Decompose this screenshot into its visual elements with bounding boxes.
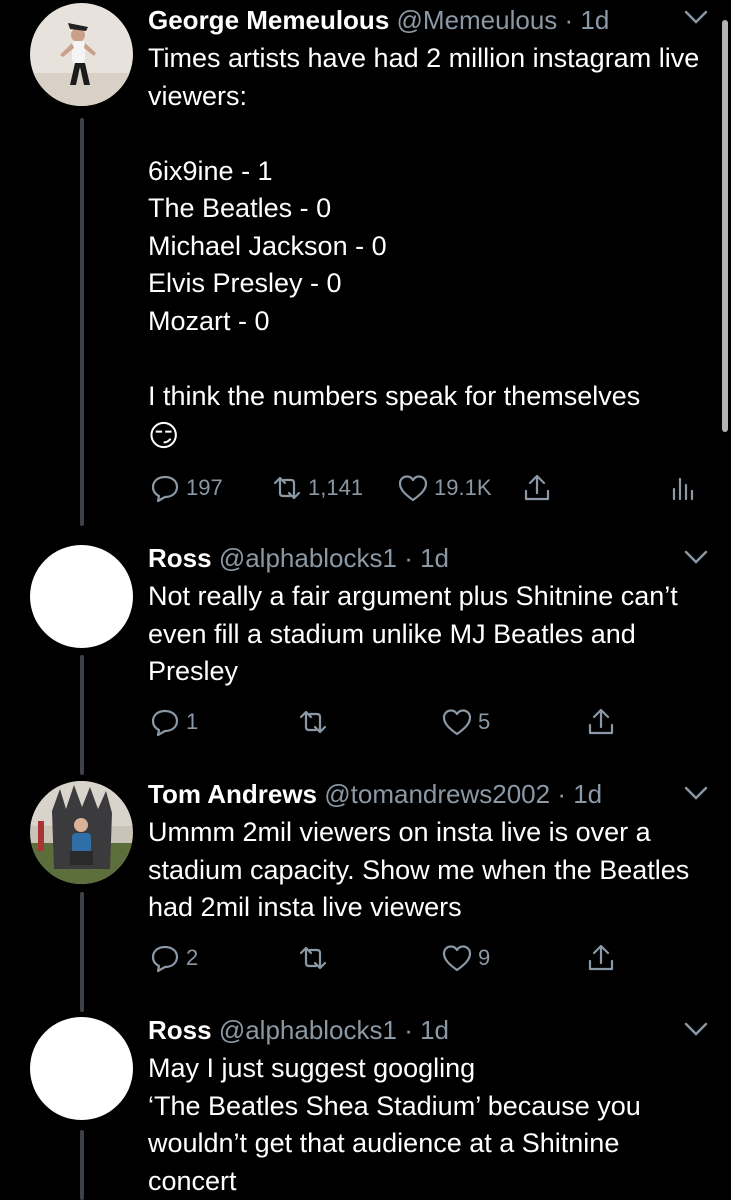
tweet-text: Ummm 2mil viewers on insta live is over … xyxy=(148,817,690,922)
reply-icon xyxy=(151,945,179,973)
author-handle[interactable]: @alphablocks1 xyxy=(219,1015,397,1045)
tweet-text: May I just suggest googling ‘The Beatles… xyxy=(148,1053,641,1196)
retweet-button[interactable] xyxy=(296,702,330,742)
share-button[interactable] xyxy=(584,938,618,978)
avatar[interactable] xyxy=(30,781,133,884)
analytics-icon xyxy=(672,477,694,501)
author-name[interactable]: George Memeulous xyxy=(148,5,389,35)
retweet-button[interactable] xyxy=(296,938,330,978)
thread-line xyxy=(80,655,84,775)
retweet-icon xyxy=(273,476,301,500)
separator-dot: · xyxy=(396,1015,421,1045)
author-handle[interactable]: @tomandrews2002 xyxy=(324,779,550,809)
like-count: 19.1K xyxy=(434,475,492,500)
chevron-down-icon[interactable] xyxy=(683,8,709,26)
like-count: 5 xyxy=(478,709,491,734)
timestamp[interactable]: 1d xyxy=(573,779,602,809)
reply-count: 1 xyxy=(186,709,199,734)
avatar[interactable] xyxy=(30,1017,133,1120)
heart-icon xyxy=(442,709,472,736)
thread-line xyxy=(80,1130,84,1200)
chevron-down-icon[interactable] xyxy=(683,1020,709,1038)
share-button[interactable] xyxy=(520,468,554,508)
timestamp[interactable]: 1d xyxy=(420,1015,449,1045)
emoji: 😏 xyxy=(148,420,180,453)
share-icon xyxy=(524,474,550,501)
chevron-down-icon[interactable] xyxy=(683,548,709,566)
reply-icon xyxy=(151,475,179,503)
timestamp[interactable]: 1d xyxy=(420,543,449,573)
reply-count: 197 xyxy=(186,475,223,500)
scrollbar[interactable] xyxy=(722,20,728,432)
share-button[interactable] xyxy=(584,702,618,742)
like-button[interactable]: 9 xyxy=(440,938,490,978)
tweet-text: Not really a fair argument plus Shitnine… xyxy=(148,581,678,686)
author-handle[interactable]: @Memeulous xyxy=(397,5,558,35)
retweet-icon xyxy=(299,710,327,734)
tweet-text: Times artists have had 2 million instagr… xyxy=(148,43,700,411)
author-name[interactable]: Ross xyxy=(148,1015,212,1045)
reply-button[interactable]: 2 xyxy=(148,938,198,978)
reply-icon xyxy=(151,709,179,737)
author-name[interactable]: Ross xyxy=(148,543,212,573)
reply-count: 2 xyxy=(186,945,199,970)
retweet-button[interactable]: 1,141 xyxy=(270,468,363,508)
analytics-button[interactable] xyxy=(666,468,700,508)
like-button[interactable]: 5 xyxy=(440,702,490,742)
reply-button[interactable]: 197 xyxy=(148,468,223,508)
chevron-down-icon[interactable] xyxy=(683,784,709,802)
retweet-count: 1,141 xyxy=(308,475,364,500)
like-count: 9 xyxy=(478,945,491,970)
share-icon xyxy=(588,944,614,971)
timestamp[interactable]: 1d xyxy=(580,5,609,35)
separator-dot: · xyxy=(396,543,421,573)
reply-button[interactable]: 1 xyxy=(148,702,198,742)
heart-icon xyxy=(398,475,428,502)
separator-dot: · xyxy=(557,5,581,35)
avatar[interactable] xyxy=(30,3,133,106)
avatar[interactable] xyxy=(30,545,133,648)
like-button[interactable]: 19.1K xyxy=(396,468,492,508)
author-name[interactable]: Tom Andrews xyxy=(148,779,317,809)
thread-line xyxy=(80,118,84,526)
author-handle[interactable]: @alphablocks1 xyxy=(219,543,397,573)
thread-line xyxy=(80,892,84,1012)
heart-icon xyxy=(442,945,472,972)
retweet-icon xyxy=(299,946,327,970)
share-icon xyxy=(588,708,614,735)
separator-dot: · xyxy=(550,779,574,809)
